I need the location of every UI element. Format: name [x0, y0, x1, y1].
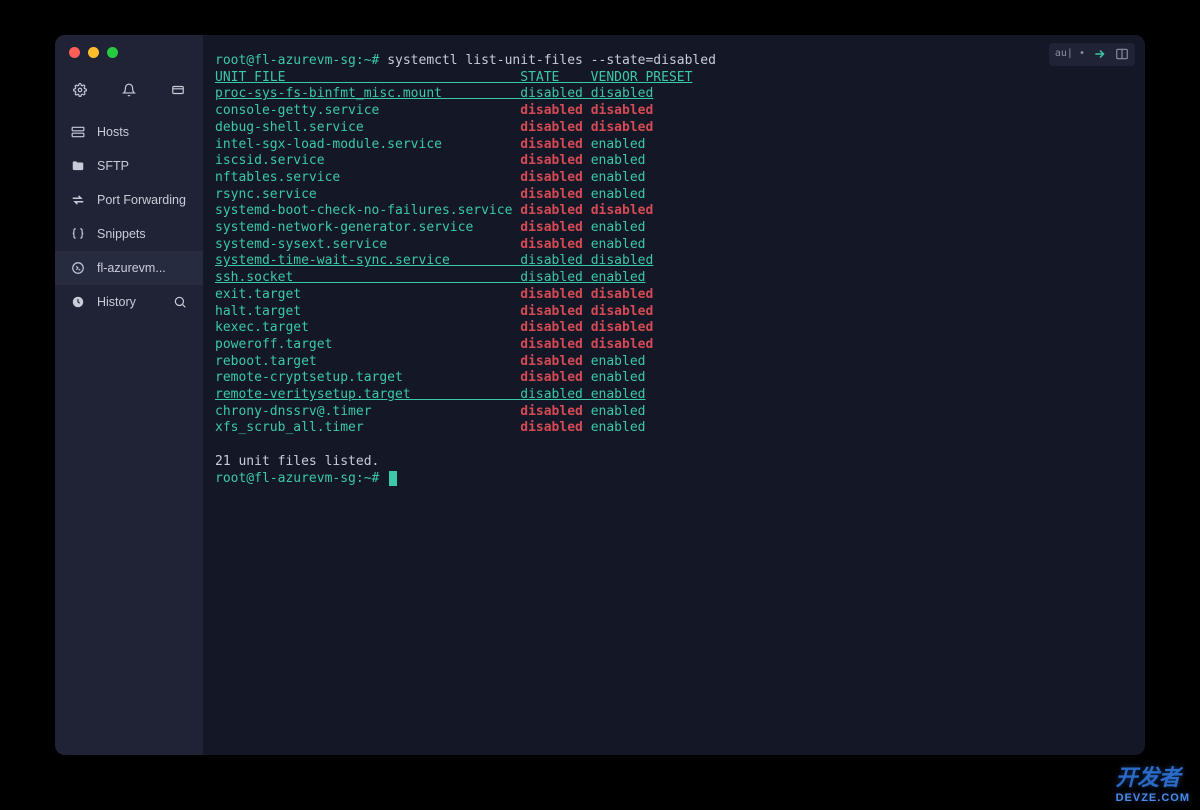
sidebar-item-session[interactable]: fl-azurevm...	[55, 251, 203, 285]
sidebar-item-label: fl-azurevm...	[97, 261, 187, 275]
terminal-session-icon	[71, 261, 85, 275]
braces-icon	[71, 227, 85, 241]
terminal-output: root@fl-azurevm-sg:~# systemctl list-uni…	[215, 53, 1133, 487]
sidebar: Hosts SFTP Port Forwarding Snippets fl-a	[55, 35, 203, 755]
sidebar-item-port-forwarding[interactable]: Port Forwarding	[55, 183, 203, 217]
bell-icon[interactable]	[122, 83, 136, 97]
inbox-icon[interactable]	[171, 83, 185, 97]
folder-icon	[71, 159, 85, 173]
sidebar-item-history[interactable]: History	[55, 285, 203, 319]
arrows-icon	[71, 193, 85, 207]
sidebar-item-label: History	[97, 295, 161, 309]
watermark: 开发者 DEVZE.COM	[1116, 760, 1190, 804]
split-pane-icon[interactable]	[1115, 47, 1129, 61]
clock-icon	[71, 295, 85, 309]
settings-icon[interactable]	[73, 83, 87, 97]
close-window-button[interactable]	[69, 47, 80, 58]
terminal-controls: au| •	[1049, 43, 1135, 66]
sidebar-item-label: Port Forwarding	[97, 193, 187, 207]
sidebar-item-sftp[interactable]: SFTP	[55, 149, 203, 183]
sidebar-item-label: Hosts	[97, 125, 187, 139]
sidebar-item-label: SFTP	[97, 159, 187, 173]
share-icon[interactable]	[1093, 47, 1107, 61]
sidebar-item-label: Snippets	[97, 227, 187, 241]
window-controls	[69, 47, 118, 58]
sidebar-item-snippets[interactable]: Snippets	[55, 217, 203, 251]
watermark-sub: DEVZE.COM	[1116, 792, 1190, 804]
terminal-pane[interactable]: au| • root@fl-azurevm-sg:~# systemctl li…	[203, 35, 1145, 755]
watermark-main: 开发者	[1116, 765, 1181, 790]
terminal-control-label: au| •	[1055, 46, 1085, 63]
search-icon[interactable]	[173, 295, 187, 309]
sidebar-item-hosts[interactable]: Hosts	[55, 115, 203, 149]
server-icon	[71, 125, 85, 139]
maximize-window-button[interactable]	[107, 47, 118, 58]
minimize-window-button[interactable]	[88, 47, 99, 58]
sidebar-top-icons	[55, 77, 203, 115]
app-window: Hosts SFTP Port Forwarding Snippets fl-a	[55, 35, 1145, 755]
